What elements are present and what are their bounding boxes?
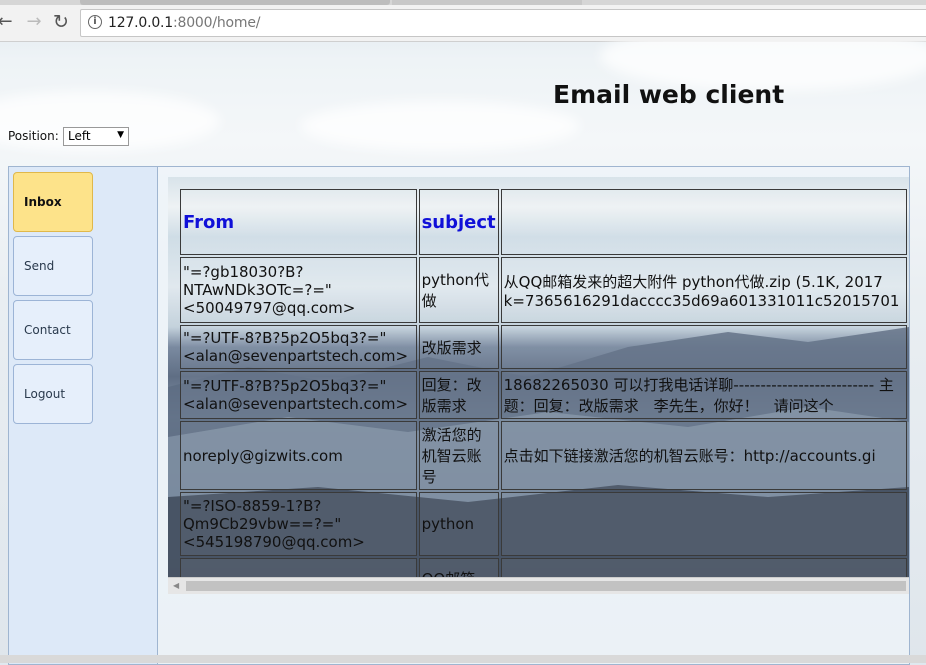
content-area: From subject "=?gb18030?B?NTAwNDk3OTc=?=… xyxy=(158,167,909,664)
sidebar: Inbox Send Contact Logout xyxy=(9,167,158,664)
sidebar-item-label: Inbox xyxy=(24,195,62,209)
mail-subject: 激活您的机智云账号 xyxy=(418,421,499,490)
mail-body: 18682265030 可以打我电话详聊--------------------… xyxy=(500,371,909,419)
dropdown-arrow-icon: ▼ xyxy=(117,130,124,140)
sidebar-item-contact[interactable]: Contact xyxy=(13,300,93,360)
sidebar-item-label: Send xyxy=(24,259,55,273)
reload-icon[interactable]: ↻ xyxy=(50,11,72,33)
position-select[interactable]: Left ▼ xyxy=(63,127,129,146)
mail-from: "=?UTF-8?B?5p2O5bq3?=" <alan@sevenpartst… xyxy=(180,371,417,419)
mail-subject: QQ邮箱 xyxy=(418,558,499,577)
mail-from: "=?ISO-8859-1?B?Qm9Cb29vbw==?=" <5451987… xyxy=(180,492,417,556)
url-path: :8000/home/ xyxy=(173,15,261,31)
table-row[interactable]: "=?UTF-8?B?5p2O5bq3?=" <alan@sevenpartst… xyxy=(180,325,907,369)
inbox-table: From subject "=?gb18030?B?NTAwNDk3OTc=?=… xyxy=(178,187,909,577)
column-header-body xyxy=(500,189,907,255)
mail-from: "=?UTF-8?B?5p2O5bq3?=" <alan@sevenpartst… xyxy=(180,325,417,369)
info-icon[interactable]: i xyxy=(88,15,102,29)
mail-body xyxy=(500,492,907,556)
position-label: Position: xyxy=(8,129,59,143)
forward-arrow-icon[interactable]: → xyxy=(23,11,45,33)
main-layout: Inbox Send Contact Logout From subject "… xyxy=(8,166,910,665)
sidebar-item-label: Contact xyxy=(24,323,71,337)
bottom-strip xyxy=(0,655,926,663)
address-bar-url[interactable]: 127.0.0.1:8000/home/ xyxy=(108,15,260,31)
back-arrow-icon[interactable]: ← xyxy=(0,11,16,33)
mail-body xyxy=(500,558,907,577)
sidebar-item-logout[interactable]: Logout xyxy=(13,364,93,424)
table-header-row: From subject xyxy=(180,189,907,255)
position-select-value: Left xyxy=(68,129,91,143)
browser-toolbar: ← → ↻ i 127.0.0.1:8000/home/ xyxy=(0,5,926,42)
inbox-panel[interactable]: From subject "=?gb18030?B?NTAwNDk3OTc=?=… xyxy=(168,177,909,577)
background-sky xyxy=(0,41,926,171)
mail-body: 从QQ邮箱发来的超大附件 python代做.zip (5.1K, 2017 k=… xyxy=(500,257,907,323)
mail-body: 点击如下链接激活您的机智云账号：http://accounts.gi xyxy=(500,421,907,490)
page-title: Email web client xyxy=(553,80,785,109)
table-row[interactable]: noreply@gizwits.com 激活您的机智云账号 点击如下链接激活您的… xyxy=(180,421,907,490)
table-row[interactable]: QQ邮箱 xyxy=(180,558,907,577)
sidebar-item-label: Logout xyxy=(24,387,66,401)
mail-from xyxy=(180,558,417,577)
table-row[interactable]: "=?gb18030?B?NTAwNDk3OTc=?=" <50049797@q… xyxy=(180,257,907,323)
address-bar[interactable]: i 127.0.0.1:8000/home/ xyxy=(80,9,926,37)
url-host: 127.0.0.1 xyxy=(108,15,173,31)
mail-subject: python代做 xyxy=(418,257,499,323)
mail-body xyxy=(500,325,907,369)
sidebar-item-inbox[interactable]: Inbox xyxy=(13,172,93,232)
horizontal-scrollbar[interactable]: ◀ xyxy=(168,577,909,594)
mail-subject: 改版需求 xyxy=(418,325,499,369)
table-row[interactable]: "=?UTF-8?B?5p2O5bq3?=" <alan@sevenpartst… xyxy=(180,371,909,419)
mail-subject: 回复：改版需求 xyxy=(418,371,499,419)
sidebar-item-send[interactable]: Send xyxy=(13,236,93,296)
mail-subject: python xyxy=(418,492,499,556)
scrollbar-thumb[interactable] xyxy=(186,581,906,591)
mail-from: "=?gb18030?B?NTAwNDk3OTc=?=" <50049797@q… xyxy=(180,257,417,323)
column-header-subject: subject xyxy=(418,189,499,255)
scroll-left-icon[interactable]: ◀ xyxy=(173,581,179,590)
mail-from: noreply@gizwits.com xyxy=(180,421,417,490)
column-header-from: From xyxy=(180,189,417,255)
table-row[interactable]: "=?ISO-8859-1?B?Qm9Cb29vbw==?=" <5451987… xyxy=(180,492,907,556)
